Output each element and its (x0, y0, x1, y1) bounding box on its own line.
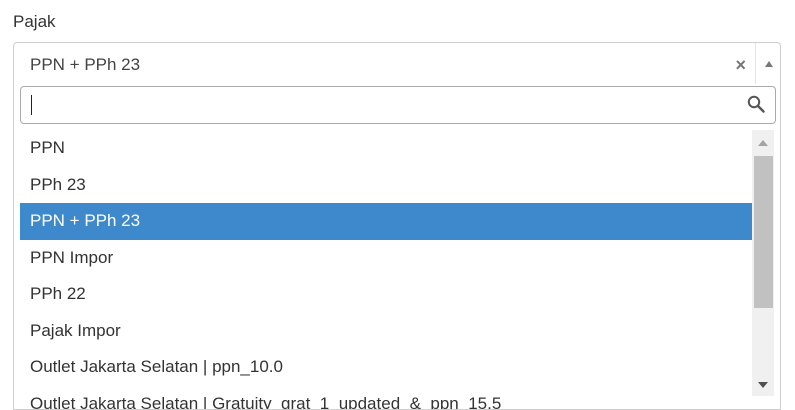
tax-select[interactable]: PPN + PPh 23 × (13, 42, 781, 87)
arrow-divider (755, 43, 756, 87)
option-outlet-jaksel-gratuity[interactable]: Outlet Jakarta Selatan | Gratuity_grat_1… (20, 386, 752, 410)
option-ppn[interactable]: PPN (20, 130, 752, 167)
option-ppn-impor[interactable]: PPN Impor (20, 240, 752, 277)
option-ppn-pph-23[interactable]: PPN + PPh 23 (20, 203, 752, 240)
selected-value: PPN + PPh 23 (30, 55, 141, 74)
search-box[interactable] (20, 86, 776, 124)
scrollbar[interactable] (752, 130, 774, 396)
search-input[interactable] (29, 91, 733, 121)
options-list: PPN PPh 23 PPN + PPh 23 PPN Impor PPh 22… (20, 130, 752, 410)
chevron-up-icon[interactable] (765, 61, 773, 67)
scroll-down-arrow-icon[interactable] (758, 382, 768, 388)
clear-icon[interactable]: × (735, 55, 746, 75)
scrollbar-thumb[interactable] (754, 156, 773, 308)
scroll-up-arrow-icon[interactable] (758, 140, 768, 146)
search-icon (747, 95, 765, 113)
option-pajak-impor[interactable]: Pajak Impor (20, 313, 752, 350)
field-label-pajak: Pajak (13, 12, 56, 31)
option-pph-22[interactable]: PPh 22 (20, 276, 752, 313)
option-pph-23[interactable]: PPh 23 (20, 167, 752, 204)
select-dropdown: PPN PPh 23 PPN + PPh 23 PPN Impor PPh 22… (13, 84, 781, 410)
option-outlet-jaksel-ppn[interactable]: Outlet Jakarta Selatan | ppn_10.0 (20, 349, 752, 386)
